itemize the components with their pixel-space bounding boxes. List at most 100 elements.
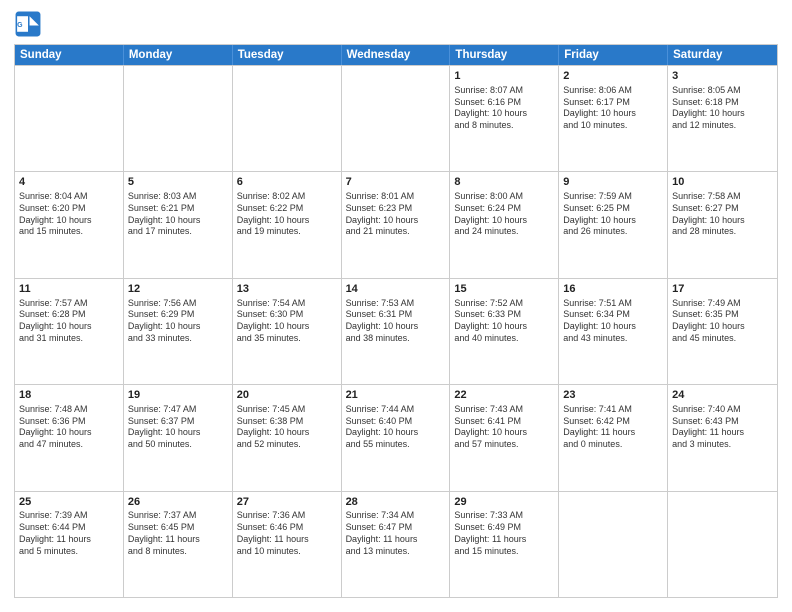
day-number: 9 — [563, 175, 663, 190]
day-number: 15 — [454, 282, 554, 297]
cell-content: Sunrise: 7:37 AM Sunset: 6:45 PM Dayligh… — [128, 510, 228, 557]
calendar-header-cell: Sunday — [15, 45, 124, 65]
calendar-cell — [15, 66, 124, 171]
calendar-cell: 23Sunrise: 7:41 AM Sunset: 6:42 PM Dayli… — [559, 385, 668, 490]
day-number: 14 — [346, 282, 446, 297]
cell-content: Sunrise: 8:03 AM Sunset: 6:21 PM Dayligh… — [128, 191, 228, 238]
day-number: 7 — [346, 175, 446, 190]
day-number: 3 — [672, 69, 773, 84]
cell-content: Sunrise: 7:54 AM Sunset: 6:30 PM Dayligh… — [237, 298, 337, 345]
calendar-week-row: 1Sunrise: 8:07 AM Sunset: 6:16 PM Daylig… — [15, 65, 777, 171]
day-number: 13 — [237, 282, 337, 297]
calendar-header-cell: Monday — [124, 45, 233, 65]
page: G SundayMondayTuesdayWednesdayThursdayFr… — [0, 0, 792, 612]
calendar-week-row: 18Sunrise: 7:48 AM Sunset: 6:36 PM Dayli… — [15, 384, 777, 490]
cell-content: Sunrise: 7:44 AM Sunset: 6:40 PM Dayligh… — [346, 404, 446, 451]
day-number: 1 — [454, 69, 554, 84]
calendar-cell: 1Sunrise: 8:07 AM Sunset: 6:16 PM Daylig… — [450, 66, 559, 171]
cell-content: Sunrise: 8:04 AM Sunset: 6:20 PM Dayligh… — [19, 191, 119, 238]
day-number: 2 — [563, 69, 663, 84]
cell-content: Sunrise: 8:00 AM Sunset: 6:24 PM Dayligh… — [454, 191, 554, 238]
cell-content: Sunrise: 7:45 AM Sunset: 6:38 PM Dayligh… — [237, 404, 337, 451]
cell-content: Sunrise: 8:06 AM Sunset: 6:17 PM Dayligh… — [563, 85, 663, 132]
day-number: 8 — [454, 175, 554, 190]
calendar-cell: 8Sunrise: 8:00 AM Sunset: 6:24 PM Daylig… — [450, 172, 559, 277]
cell-content: Sunrise: 7:40 AM Sunset: 6:43 PM Dayligh… — [672, 404, 773, 451]
cell-content: Sunrise: 7:39 AM Sunset: 6:44 PM Dayligh… — [19, 510, 119, 557]
calendar-cell: 21Sunrise: 7:44 AM Sunset: 6:40 PM Dayli… — [342, 385, 451, 490]
cell-content: Sunrise: 7:51 AM Sunset: 6:34 PM Dayligh… — [563, 298, 663, 345]
day-number: 4 — [19, 175, 119, 190]
calendar-cell: 26Sunrise: 7:37 AM Sunset: 6:45 PM Dayli… — [124, 492, 233, 597]
calendar-cell: 16Sunrise: 7:51 AM Sunset: 6:34 PM Dayli… — [559, 279, 668, 384]
day-number: 20 — [237, 388, 337, 403]
cell-content: Sunrise: 7:36 AM Sunset: 6:46 PM Dayligh… — [237, 510, 337, 557]
calendar-header-cell: Friday — [559, 45, 668, 65]
day-number: 10 — [672, 175, 773, 190]
svg-text:G: G — [17, 22, 23, 29]
calendar-cell: 29Sunrise: 7:33 AM Sunset: 6:49 PM Dayli… — [450, 492, 559, 597]
logo-icon: G — [14, 10, 42, 38]
calendar-cell: 17Sunrise: 7:49 AM Sunset: 6:35 PM Dayli… — [668, 279, 777, 384]
calendar-header-cell: Tuesday — [233, 45, 342, 65]
calendar-week-row: 11Sunrise: 7:57 AM Sunset: 6:28 PM Dayli… — [15, 278, 777, 384]
cell-content: Sunrise: 8:05 AM Sunset: 6:18 PM Dayligh… — [672, 85, 773, 132]
calendar-cell: 20Sunrise: 7:45 AM Sunset: 6:38 PM Dayli… — [233, 385, 342, 490]
calendar-cell: 6Sunrise: 8:02 AM Sunset: 6:22 PM Daylig… — [233, 172, 342, 277]
calendar-cell: 5Sunrise: 8:03 AM Sunset: 6:21 PM Daylig… — [124, 172, 233, 277]
day-number: 18 — [19, 388, 119, 403]
calendar-cell: 13Sunrise: 7:54 AM Sunset: 6:30 PM Dayli… — [233, 279, 342, 384]
header: G — [14, 10, 778, 38]
cell-content: Sunrise: 7:52 AM Sunset: 6:33 PM Dayligh… — [454, 298, 554, 345]
cell-content: Sunrise: 7:41 AM Sunset: 6:42 PM Dayligh… — [563, 404, 663, 451]
day-number: 29 — [454, 495, 554, 510]
calendar-cell: 11Sunrise: 7:57 AM Sunset: 6:28 PM Dayli… — [15, 279, 124, 384]
cell-content: Sunrise: 7:56 AM Sunset: 6:29 PM Dayligh… — [128, 298, 228, 345]
day-number: 23 — [563, 388, 663, 403]
calendar-cell: 2Sunrise: 8:06 AM Sunset: 6:17 PM Daylig… — [559, 66, 668, 171]
cell-content: Sunrise: 7:57 AM Sunset: 6:28 PM Dayligh… — [19, 298, 119, 345]
calendar-cell: 7Sunrise: 8:01 AM Sunset: 6:23 PM Daylig… — [342, 172, 451, 277]
cell-content: Sunrise: 8:01 AM Sunset: 6:23 PM Dayligh… — [346, 191, 446, 238]
day-number: 24 — [672, 388, 773, 403]
cell-content: Sunrise: 7:47 AM Sunset: 6:37 PM Dayligh… — [128, 404, 228, 451]
cell-content: Sunrise: 7:43 AM Sunset: 6:41 PM Dayligh… — [454, 404, 554, 451]
calendar-header-cell: Wednesday — [342, 45, 451, 65]
calendar-header-cell: Thursday — [450, 45, 559, 65]
day-number: 21 — [346, 388, 446, 403]
day-number: 22 — [454, 388, 554, 403]
calendar-cell: 28Sunrise: 7:34 AM Sunset: 6:47 PM Dayli… — [342, 492, 451, 597]
day-number: 28 — [346, 495, 446, 510]
calendar-cell: 12Sunrise: 7:56 AM Sunset: 6:29 PM Dayli… — [124, 279, 233, 384]
day-number: 12 — [128, 282, 228, 297]
calendar-week-row: 25Sunrise: 7:39 AM Sunset: 6:44 PM Dayli… — [15, 491, 777, 597]
calendar-cell: 9Sunrise: 7:59 AM Sunset: 6:25 PM Daylig… — [559, 172, 668, 277]
cell-content: Sunrise: 7:58 AM Sunset: 6:27 PM Dayligh… — [672, 191, 773, 238]
calendar-cell: 15Sunrise: 7:52 AM Sunset: 6:33 PM Dayli… — [450, 279, 559, 384]
calendar-body: 1Sunrise: 8:07 AM Sunset: 6:16 PM Daylig… — [15, 65, 777, 597]
cell-content: Sunrise: 7:48 AM Sunset: 6:36 PM Dayligh… — [19, 404, 119, 451]
calendar-cell: 3Sunrise: 8:05 AM Sunset: 6:18 PM Daylig… — [668, 66, 777, 171]
calendar-header-row: SundayMondayTuesdayWednesdayThursdayFrid… — [15, 45, 777, 65]
day-number: 5 — [128, 175, 228, 190]
day-number: 26 — [128, 495, 228, 510]
day-number: 16 — [563, 282, 663, 297]
cell-content: Sunrise: 7:53 AM Sunset: 6:31 PM Dayligh… — [346, 298, 446, 345]
calendar-cell — [668, 492, 777, 597]
calendar-cell: 14Sunrise: 7:53 AM Sunset: 6:31 PM Dayli… — [342, 279, 451, 384]
cell-content: Sunrise: 7:34 AM Sunset: 6:47 PM Dayligh… — [346, 510, 446, 557]
calendar: SundayMondayTuesdayWednesdayThursdayFrid… — [14, 44, 778, 598]
calendar-cell: 22Sunrise: 7:43 AM Sunset: 6:41 PM Dayli… — [450, 385, 559, 490]
day-number: 17 — [672, 282, 773, 297]
day-number: 27 — [237, 495, 337, 510]
cell-content: Sunrise: 7:33 AM Sunset: 6:49 PM Dayligh… — [454, 510, 554, 557]
day-number: 6 — [237, 175, 337, 190]
calendar-week-row: 4Sunrise: 8:04 AM Sunset: 6:20 PM Daylig… — [15, 171, 777, 277]
calendar-cell: 27Sunrise: 7:36 AM Sunset: 6:46 PM Dayli… — [233, 492, 342, 597]
calendar-cell — [559, 492, 668, 597]
calendar-cell: 18Sunrise: 7:48 AM Sunset: 6:36 PM Dayli… — [15, 385, 124, 490]
calendar-cell: 24Sunrise: 7:40 AM Sunset: 6:43 PM Dayli… — [668, 385, 777, 490]
cell-content: Sunrise: 7:49 AM Sunset: 6:35 PM Dayligh… — [672, 298, 773, 345]
cell-content: Sunrise: 8:02 AM Sunset: 6:22 PM Dayligh… — [237, 191, 337, 238]
calendar-cell: 25Sunrise: 7:39 AM Sunset: 6:44 PM Dayli… — [15, 492, 124, 597]
